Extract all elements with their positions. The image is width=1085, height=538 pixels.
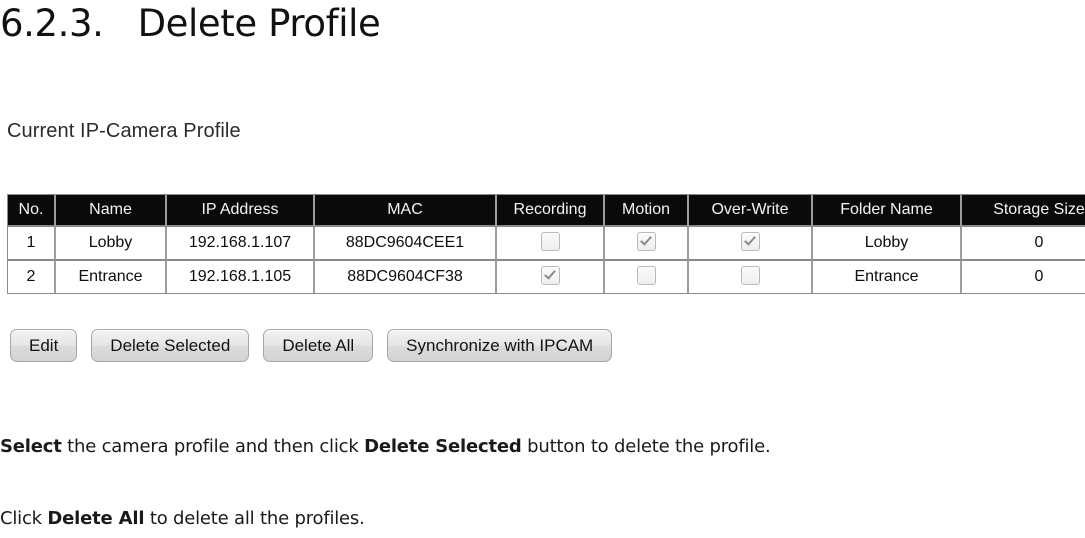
cell-folder-name: Entrance [813,261,962,293]
column-header-mac: MAC [315,195,497,227]
delete-selected-button[interactable]: Delete Selected [91,329,250,362]
column-header-over-write: Over-Write [689,195,813,227]
cell-mac: 88DC9604CEE1 [315,227,497,261]
cell-storage-size: 0 [962,261,1085,293]
panel-caption: Current IP-Camera Profile [7,120,241,142]
column-header-no: No. [8,195,56,227]
cell-storage-size: 0 [962,227,1085,261]
column-header-folder-name: Folder Name [813,195,962,227]
profile-table-container: No. Name IP Address MAC Recording Motion… [7,194,1085,294]
motion-checkbox[interactable] [636,232,656,252]
cell-over-write [689,261,813,293]
cell-motion [605,227,689,261]
cell-no: 1 [8,227,56,261]
column-header-motion: Motion [605,195,689,227]
column-header-recording: Recording [497,195,605,227]
column-header-ip-address: IP Address [167,195,315,227]
instruction-text-1: the camera profile and then click [61,436,365,457]
over-write-checkbox[interactable] [740,232,760,252]
cell-recording [497,227,605,261]
column-header-storage-size: Storage Size [962,195,1085,227]
cell-mac: 88DC9604CF38 [315,261,497,293]
instruction-delete-all: Click Delete All to delete all the profi… [0,508,365,529]
table-row[interactable]: 2 Entrance 192.168.1.105 88DC9604CF38 En… [8,261,1085,293]
instruction-text-3: Click [0,508,48,529]
cell-name: Entrance [56,261,167,293]
cell-ip-address: 192.168.1.107 [167,227,315,261]
delete-all-button[interactable]: Delete All [263,329,374,362]
motion-checkbox[interactable] [636,266,656,286]
recording-checkbox[interactable] [540,266,560,286]
cell-folder-name: Lobby [813,227,962,261]
cell-name: Lobby [56,227,167,261]
synchronize-with-ipcam-button[interactable]: Synchronize with IPCAM [387,329,613,362]
cell-no: 2 [8,261,56,293]
instruction-bold-select: Select [0,436,62,457]
instruction-bold-delete-selected: Delete Selected [364,436,522,457]
button-bar: Edit Delete Selected Delete All Synchron… [10,329,613,362]
ip-camera-profile-table: No. Name IP Address MAC Recording Motion… [7,194,1085,294]
cell-ip-address: 192.168.1.105 [167,261,315,293]
cell-over-write [689,227,813,261]
recording-checkbox[interactable] [540,232,560,252]
over-write-checkbox[interactable] [740,266,760,286]
column-header-name: Name [56,195,167,227]
instruction-select-profile: Select the camera profile and then click… [0,436,771,457]
instruction-text-2: button to delete the profile. [521,436,771,457]
edit-button[interactable]: Edit [10,329,78,362]
table-header-row: No. Name IP Address MAC Recording Motion… [8,195,1085,227]
instruction-bold-delete-all: Delete All [47,508,145,529]
cell-motion [605,261,689,293]
instruction-text-4: to delete all the profiles. [144,508,365,529]
page-title: 6.2.3. Delete Profile [0,2,381,45]
cell-recording [497,261,605,293]
table-row[interactable]: 1 Lobby 192.168.1.107 88DC9604CEE1 Lobby… [8,227,1085,261]
